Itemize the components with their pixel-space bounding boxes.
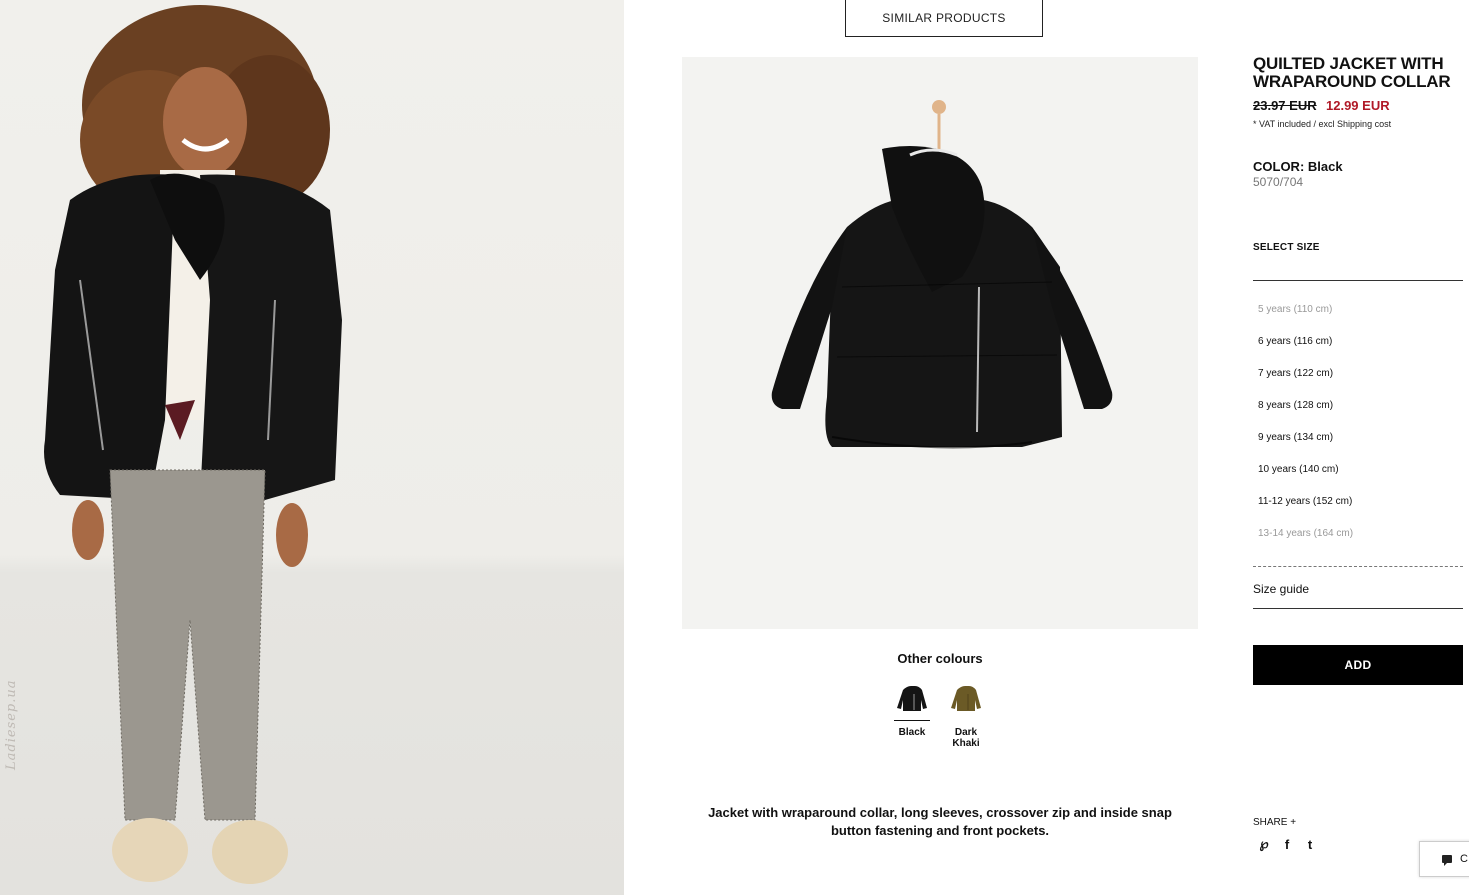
product-reference: 5070/704 — [1253, 175, 1304, 189]
facebook-icon[interactable]: f — [1280, 836, 1294, 852]
chat-bubble-icon — [1442, 855, 1452, 866]
product-title: QUILTED JACKET WITH WRAPAROUND COLLAR — [1253, 54, 1451, 91]
pinterest-icon[interactable]: ℘ — [1257, 836, 1271, 852]
watermark-text: Ladiesep.ua — [4, 679, 19, 771]
product-description: Jacket with wraparound collar, long slee… — [708, 805, 1172, 838]
size-divider — [1253, 280, 1463, 281]
model-photo: Ladiesep.ua — [0, 0, 624, 895]
twitter-icon[interactable]: t — [1303, 836, 1317, 852]
size-option-5-years[interactable]: 5 years (110 cm) — [1258, 304, 1458, 336]
size-guide-divider — [1253, 608, 1463, 609]
size-option-10-years[interactable]: 10 years (140 cm) — [1258, 464, 1458, 496]
original-price: 23.97 EUR — [1253, 98, 1317, 113]
size-option-6-years[interactable]: 6 years (116 cm) — [1258, 336, 1458, 368]
chat-label: C — [1460, 853, 1468, 865]
selected-underline — [894, 720, 930, 721]
jacket-illustration — [771, 100, 1113, 449]
model-illustration — [44, 5, 342, 884]
similar-products-button[interactable]: SIMILAR PRODUCTS — [845, 0, 1043, 37]
colour-swatch-black[interactable]: Black — [894, 680, 930, 738]
sale-price: 12.99 EUR — [1326, 98, 1390, 113]
size-guide-link[interactable]: Size guide — [1253, 582, 1309, 596]
colour-swatch-label: Black — [898, 727, 926, 738]
size-list: 5 years (110 cm) 6 years (116 cm) 7 year… — [1258, 304, 1458, 560]
select-size-title: SELECT SIZE — [1253, 242, 1320, 253]
selected-color: COLOR: Black — [1253, 159, 1343, 174]
size-option-7-years[interactable]: 7 years (122 cm) — [1258, 368, 1458, 400]
jacket-thumbnail-icon — [897, 686, 927, 711]
size-option-9-years[interactable]: 9 years (134 cm) — [1258, 432, 1458, 464]
size-option-11-12-years[interactable]: 11-12 years (152 cm) — [1258, 496, 1458, 528]
size-option-13-14-years[interactable]: 13-14 years (164 cm) — [1258, 528, 1458, 560]
jacket-thumbnail-icon — [951, 686, 981, 711]
colour-swatch-dark-khaki[interactable]: Dark Khaki — [948, 680, 984, 749]
size-dashed-divider — [1253, 566, 1463, 567]
size-option-8-years[interactable]: 8 years (128 cm) — [1258, 400, 1458, 432]
colour-swatch-label: Dark Khaki — [952, 727, 980, 749]
vat-note: * VAT included / excl Shipping cost — [1253, 119, 1392, 129]
share-button[interactable]: SHARE + — [1253, 817, 1296, 828]
chat-button[interactable]: C — [1419, 841, 1469, 877]
other-colours-title: Other colours — [897, 651, 983, 666]
add-to-cart-button[interactable]: ADD — [1253, 645, 1463, 685]
product-image[interactable] — [682, 57, 1198, 629]
